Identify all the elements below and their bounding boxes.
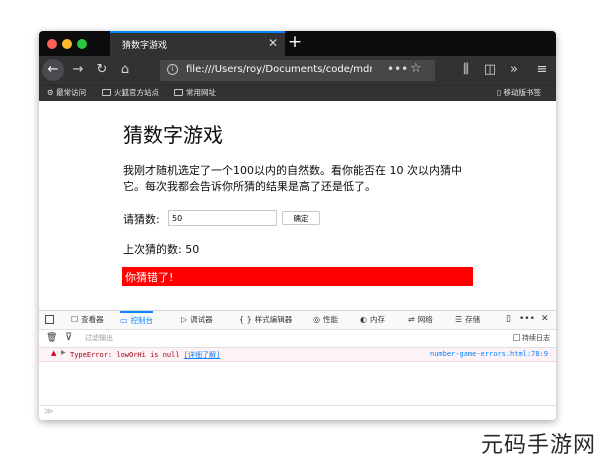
navigation-bar: ← → ↻ ⌂ i file:///Users/roy/Documents/co…: [39, 56, 556, 85]
responsive-mode-icon[interactable]: ▯: [506, 314, 511, 324]
checkbox-icon: [513, 334, 520, 341]
page-actions-icon[interactable]: •••: [387, 62, 408, 76]
tab-network[interactable]: ⇌ 网络: [408, 311, 433, 329]
tab-title: 猜数字游戏: [122, 41, 168, 51]
tab-style-editor[interactable]: { } 样式编辑器: [239, 311, 292, 329]
learn-more-link[interactable]: [详细了解]: [184, 351, 220, 359]
braces-icon: { }: [239, 315, 252, 324]
bookmarks-toolbar: ⚙ 最常访问 火狐官方站点 常用网址 ▯ 移动版书签: [39, 85, 556, 101]
console-toolbar: 🗑 ⊽ 过滤输出 持续日志: [39, 330, 556, 348]
tab-performance[interactable]: ◎ 性能: [313, 311, 338, 329]
more-options-icon[interactable]: •••: [519, 314, 535, 324]
watermark: 元码手游网: [480, 433, 596, 458]
console-icon: ▭: [120, 316, 128, 325]
bookmark-common-sites[interactable]: 常用网址: [174, 87, 216, 98]
guess-label: 请猜数:: [123, 213, 160, 226]
result-text: 你猜错了!: [125, 271, 174, 284]
bookmark-most-visited[interactable]: ⚙ 最常访问: [47, 87, 86, 98]
devtools-tab-bar: ☐ 查看器 ▭ 控制台 ▷ 调试器 { } 样式编辑器 ◎ 性能 ◐ 内存 ⇌ 网络 ☰ 存储 …: [39, 311, 556, 330]
storage-icon: ☰: [455, 315, 463, 324]
prompt-icon: ≫: [44, 407, 54, 417]
reload-button[interactable]: ↻: [93, 62, 111, 78]
bookmark-mobile[interactable]: ▯ 移动版书签: [497, 87, 541, 98]
overflow-menu-icon[interactable]: »: [505, 62, 523, 78]
tab-storage[interactable]: ☰ 存储: [455, 311, 480, 329]
home-icon[interactable]: ⌂: [116, 62, 134, 78]
game-instructions: 我刚才随机选定了一个100以内的自然数。看你能否在 10 次以内猜中它。每次我都…: [123, 164, 462, 193]
sidebar-icon[interactable]: ◫: [481, 62, 499, 78]
persist-logs-checkbox[interactable]: 持续日志: [513, 333, 550, 343]
browser-window: 猜数字游戏 ✕ + ← → ↻ ⌂ i file:///Users/roy/Do…: [39, 31, 556, 420]
trash-icon[interactable]: 🗑: [46, 333, 57, 343]
error-icon: ▲: [51, 349, 57, 357]
performance-icon: ◎: [313, 315, 320, 324]
error-source-link[interactable]: number-game-errors.html:78:9: [430, 350, 548, 358]
bookmark-star-icon[interactable]: ☆: [410, 61, 422, 76]
network-icon: ⇌: [408, 315, 415, 324]
close-devtools-icon[interactable]: ✕: [541, 314, 549, 324]
filter-icon[interactable]: ⊽: [65, 332, 72, 343]
tab-console[interactable]: ▭ 控制台: [120, 311, 154, 329]
expand-arrow-icon[interactable]: ▶: [61, 349, 66, 356]
page-title: 猜数字游戏: [123, 123, 223, 147]
console-input[interactable]: ≫: [39, 405, 556, 420]
devtools-panel: ☐ 查看器 ▭ 控制台 ▷ 调试器 { } 样式编辑器 ◎ 性能 ◐ 内存 ⇌ 网络 ☰ 存储 …: [39, 310, 556, 420]
folder-icon: [102, 89, 111, 96]
info-icon[interactable]: i: [167, 64, 178, 75]
close-tab-icon[interactable]: ✕: [268, 36, 278, 50]
hamburger-menu-icon[interactable]: ≡: [533, 62, 551, 78]
error-message: TypeError: lowOrHi is null [详细了解]: [70, 351, 221, 359]
tab-memory[interactable]: ◐ 内存: [360, 311, 385, 329]
maximize-window-button[interactable]: [77, 39, 87, 49]
new-tab-button[interactable]: +: [285, 32, 305, 52]
close-window-button[interactable]: [47, 39, 57, 49]
browser-tab[interactable]: 猜数字游戏 ✕: [110, 31, 285, 56]
filter-output-input[interactable]: 过滤输出: [85, 333, 113, 343]
debugger-icon: ▷: [181, 315, 188, 324]
forward-button[interactable]: →: [69, 62, 87, 78]
folder-icon: [174, 89, 183, 96]
result-banner: 你猜错了!: [122, 267, 473, 286]
console-error-row[interactable]: ▲ ▶ TypeError: lowOrHi is null [详细了解] nu…: [39, 348, 556, 362]
submit-guess-button[interactable]: 确定: [282, 211, 320, 225]
guess-input[interactable]: [168, 210, 277, 226]
inspector-icon: ☐: [71, 315, 79, 324]
tab-inspector[interactable]: ☐ 查看器: [71, 311, 104, 329]
element-picker-icon[interactable]: [45, 315, 54, 324]
bookmark-firefox-site[interactable]: 火狐官方站点: [102, 87, 159, 98]
back-button[interactable]: ←: [42, 59, 64, 81]
tab-bar: 猜数字游戏 ✕ +: [39, 31, 556, 56]
library-icon[interactable]: ⫼: [457, 62, 475, 78]
mobile-icon: ▯: [497, 88, 502, 97]
url-text[interactable]: file:///Users/roy/Documents/code/mdn: [186, 64, 372, 75]
memory-icon: ◐: [360, 315, 367, 324]
tab-debugger[interactable]: ▷ 调试器: [181, 311, 213, 329]
page-content: 猜数字游戏 我刚才随机选定了一个100以内的自然数。看你能否在 10 次以内猜中…: [39, 101, 556, 310]
gear-icon: ⚙: [47, 88, 54, 97]
url-bar[interactable]: i file:///Users/roy/Documents/code/mdn •…: [160, 60, 435, 81]
last-guess-text: 上次猜的数: 50: [123, 243, 200, 256]
minimize-window-button[interactable]: [62, 39, 72, 49]
